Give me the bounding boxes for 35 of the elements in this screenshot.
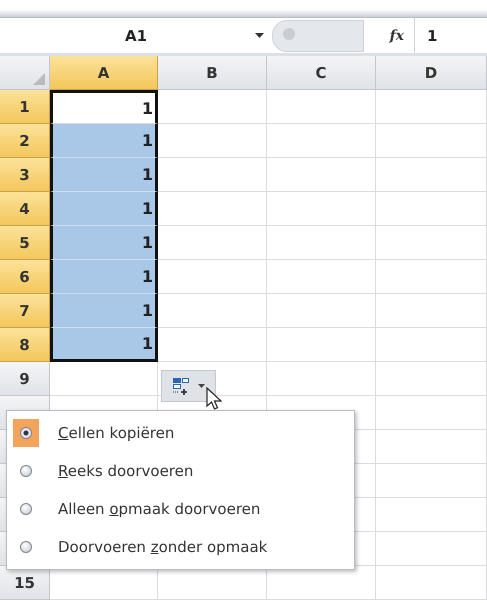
name-box[interactable]: A1 xyxy=(0,18,272,53)
menu-item[interactable]: Doorvoeren zonder opmaak xyxy=(7,528,354,566)
dropdown-caret-icon[interactable] xyxy=(255,33,264,38)
table-cell: 1 xyxy=(50,124,158,158)
row-header[interactable]: 1 xyxy=(0,90,50,124)
table-cell: 1 xyxy=(50,328,158,362)
row-header[interactable]: 5 xyxy=(0,226,50,260)
table-cell: 1 xyxy=(50,158,158,192)
row-header[interactable]: 7 xyxy=(0,294,50,328)
radio-button[interactable] xyxy=(13,419,39,447)
column-header[interactable]: B xyxy=(158,56,267,90)
table-cell: 1 xyxy=(50,294,158,328)
row-header[interactable]: 6 xyxy=(0,260,50,294)
table-cell: 1 xyxy=(50,260,158,294)
menu-item[interactable]: Reeks doorvoeren xyxy=(7,452,354,490)
insert-function-label[interactable]: fx xyxy=(364,28,414,44)
fill-options-icon xyxy=(172,377,192,395)
formula-field[interactable]: 1 xyxy=(414,18,487,53)
row-header[interactable]: 9 xyxy=(0,362,50,396)
menu-item[interactable]: Cellen kopiëren xyxy=(7,414,354,452)
caret-icon xyxy=(198,384,205,388)
row-header[interactable]: 2 xyxy=(0,124,50,158)
auto-fill-options-button[interactable] xyxy=(161,370,216,402)
triangle-icon xyxy=(33,73,45,85)
row-header[interactable]: 8 xyxy=(0,328,50,362)
row-header[interactable]: 3 xyxy=(0,158,50,192)
column-header[interactable]: C xyxy=(267,56,376,90)
formula-bar-divider-handle[interactable] xyxy=(272,20,364,52)
menu-item[interactable]: Alleen opmaak doorvoeren xyxy=(7,490,354,528)
column-header[interactable]: D xyxy=(376,56,487,90)
column-header[interactable]: A xyxy=(50,56,158,90)
table-cell: 1 xyxy=(50,226,158,260)
row-header[interactable]: 4 xyxy=(0,192,50,226)
row-header[interactable]: 15 xyxy=(0,566,50,600)
table-cell: 1 xyxy=(50,192,158,226)
